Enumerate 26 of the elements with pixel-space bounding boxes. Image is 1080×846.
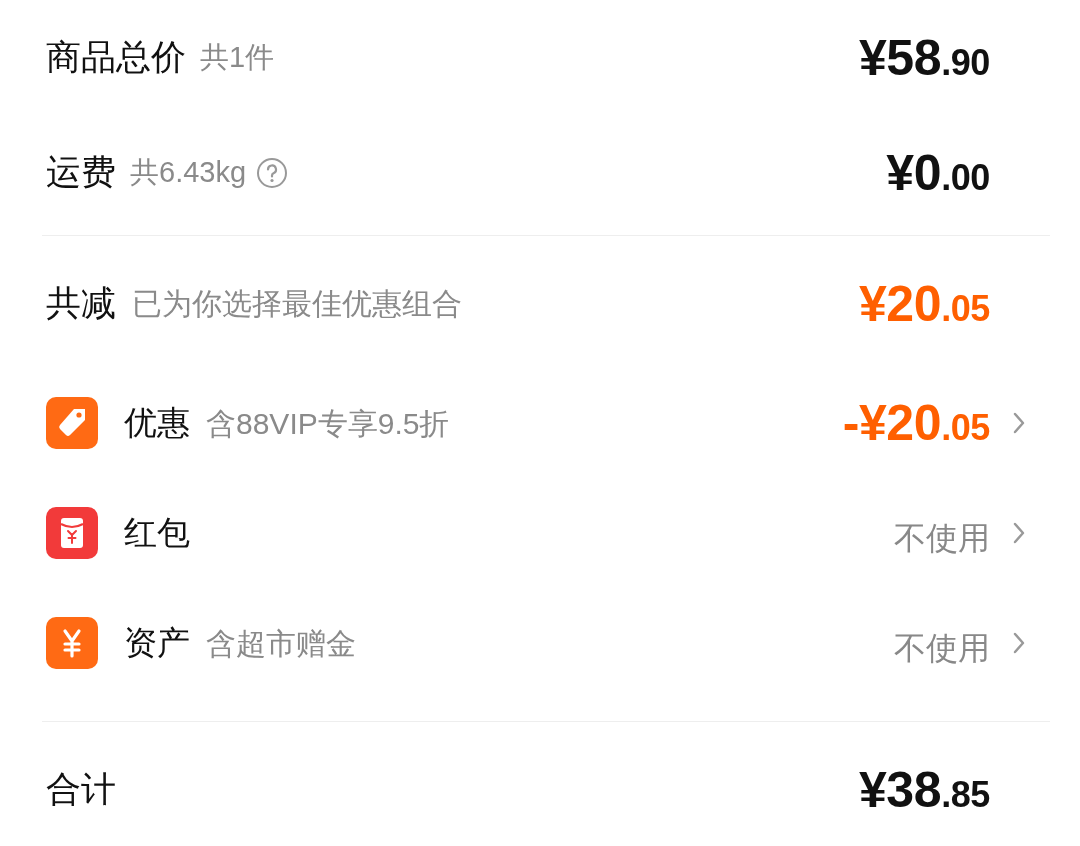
row-note: 含88VIP专享9.5折 [206,405,450,442]
help-icon[interactable] [256,156,289,189]
yen-icon [46,617,98,669]
row-note: 共1件 [200,39,275,75]
row-label: 红包 [124,513,190,554]
chevron-right-icon [1012,521,1026,545]
row-note: 共6.43kg [130,154,247,190]
row-value: 不使用 [894,519,990,558]
row-note: 含超市赠金 [206,625,356,662]
price-tag-icon [46,397,98,449]
price-amount: ¥0.00 [886,147,990,198]
row-note: 已为你选择最佳优惠组合 [132,286,462,322]
row-label: 合计 [46,769,116,809]
row-label: 优惠 [124,403,190,444]
row-value: 不使用 [894,629,990,668]
discount-amount: -¥20.05 [842,398,990,448]
row-label: 运费 [46,151,116,194]
total-amount: ¥38.85 [858,764,990,815]
row-label: 商品总价 [46,36,186,79]
chevron-right-icon [1012,631,1026,655]
savings-amount: ¥20.05 [858,278,990,329]
row-label: 资产 [124,623,190,664]
envelope-icon [46,507,98,559]
chevron-right-icon [1012,411,1026,435]
price-amount: ¥58.90 [858,32,990,83]
row-label: 共减 [46,282,116,325]
